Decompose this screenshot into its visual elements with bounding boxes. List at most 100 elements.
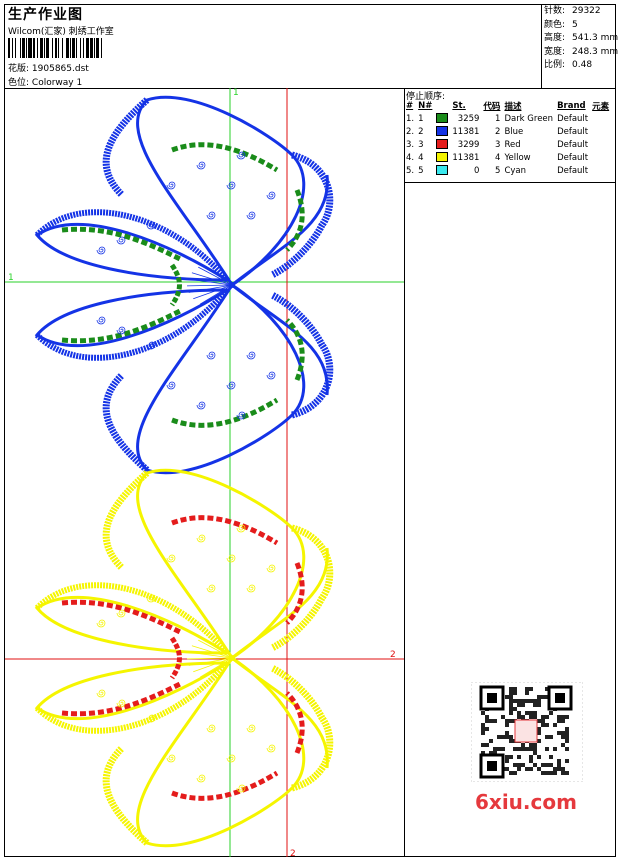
qr-module — [485, 743, 489, 747]
qr-module — [537, 739, 541, 743]
qr-module — [489, 719, 493, 723]
qr-module — [529, 743, 533, 747]
qr-module — [513, 763, 517, 767]
qr-module — [501, 715, 505, 719]
qr-module — [533, 699, 537, 703]
center-ray — [187, 284, 233, 287]
qr-module — [513, 687, 517, 691]
upper-spiral — [266, 564, 276, 573]
upper-spiral — [196, 534, 206, 543]
qr-module — [537, 755, 541, 759]
upper-top-fringe — [102, 470, 150, 571]
qr-module — [525, 687, 529, 691]
blue-motif — [34, 95, 334, 475]
qr-module — [481, 727, 485, 731]
qr-module — [521, 763, 525, 767]
lower-spiral — [166, 754, 176, 763]
qr-module — [485, 719, 489, 723]
lower-spiral — [246, 351, 256, 360]
qr-module — [521, 743, 525, 747]
qr-module — [525, 767, 529, 771]
qr-module — [557, 715, 561, 719]
qr-module — [549, 755, 553, 759]
qr-module — [505, 755, 509, 759]
qr-module — [505, 759, 509, 763]
qr-module — [485, 727, 489, 731]
lower-spiral — [266, 744, 276, 753]
qr-module — [485, 715, 489, 719]
upper-accent-top — [171, 515, 279, 546]
upper-spiral — [96, 619, 106, 628]
qr-module — [501, 735, 505, 739]
qr-module — [525, 699, 529, 703]
qr-module — [509, 691, 513, 695]
qr-module — [505, 731, 509, 735]
qr-module — [565, 735, 569, 739]
lower-spiral — [196, 401, 206, 410]
qr-module — [557, 759, 561, 763]
lower-spiral — [196, 774, 206, 783]
qr-module — [497, 747, 501, 751]
qr-finder-center — [487, 693, 497, 703]
qr-module — [533, 711, 537, 715]
qr-module — [565, 759, 569, 763]
qr-module — [549, 763, 553, 767]
qr-module — [481, 731, 485, 735]
lower-accent-top — [171, 770, 279, 801]
lower-accent-top — [171, 397, 279, 428]
qr-module — [493, 719, 497, 723]
upper-top-petal — [136, 468, 306, 661]
center-accent — [169, 263, 182, 307]
qr-module — [517, 767, 521, 771]
lower-top-fringe — [102, 745, 150, 846]
upper-left-petal-fringe — [34, 582, 230, 655]
lower-top-petal — [136, 282, 306, 475]
qr-module — [513, 699, 517, 703]
guide-label-top: 1 — [233, 88, 239, 98]
qr-module — [529, 767, 533, 771]
upper-spiral — [226, 554, 236, 563]
qr-logo — [514, 719, 538, 743]
qr-module — [509, 711, 513, 715]
upper-spiral — [246, 211, 256, 220]
qr-module — [497, 735, 501, 739]
qr-module — [561, 771, 565, 775]
qr-module — [509, 719, 513, 723]
upper-accent-left — [61, 226, 184, 263]
lower-spiral — [206, 351, 216, 360]
lower-accent-left — [61, 680, 184, 717]
qr-module — [557, 719, 561, 723]
qr-module — [537, 719, 541, 723]
upper-spiral — [196, 161, 206, 170]
qr-module — [565, 731, 569, 735]
lower-spiral — [206, 724, 216, 733]
qr-module — [553, 723, 557, 727]
lower-top-petal — [136, 655, 306, 848]
qr-module — [529, 755, 533, 759]
qr-module — [513, 691, 517, 695]
upper-spiral — [206, 584, 216, 593]
qr-module — [561, 715, 565, 719]
upper-spiral — [116, 236, 126, 245]
qr-module — [533, 747, 537, 751]
center-dot — [229, 655, 235, 661]
upper-left-petal-fringe — [34, 209, 230, 282]
qr-module — [529, 747, 533, 751]
upper-spiral — [166, 181, 176, 190]
qr-module — [489, 739, 493, 743]
qr-module — [509, 755, 513, 759]
qr-module — [481, 723, 485, 727]
upper-spiral — [116, 609, 126, 618]
qr-module — [561, 731, 565, 735]
qr-module — [537, 731, 541, 735]
qr-module — [509, 735, 513, 739]
qr-module — [541, 771, 545, 775]
qr-module — [565, 771, 569, 775]
qr-module — [557, 763, 561, 767]
qr-module — [521, 747, 525, 751]
upper-spiral — [266, 191, 276, 200]
upper-spiral — [96, 246, 106, 255]
qr-module — [565, 739, 569, 743]
qr-module — [521, 703, 525, 707]
qr-module — [537, 727, 541, 731]
